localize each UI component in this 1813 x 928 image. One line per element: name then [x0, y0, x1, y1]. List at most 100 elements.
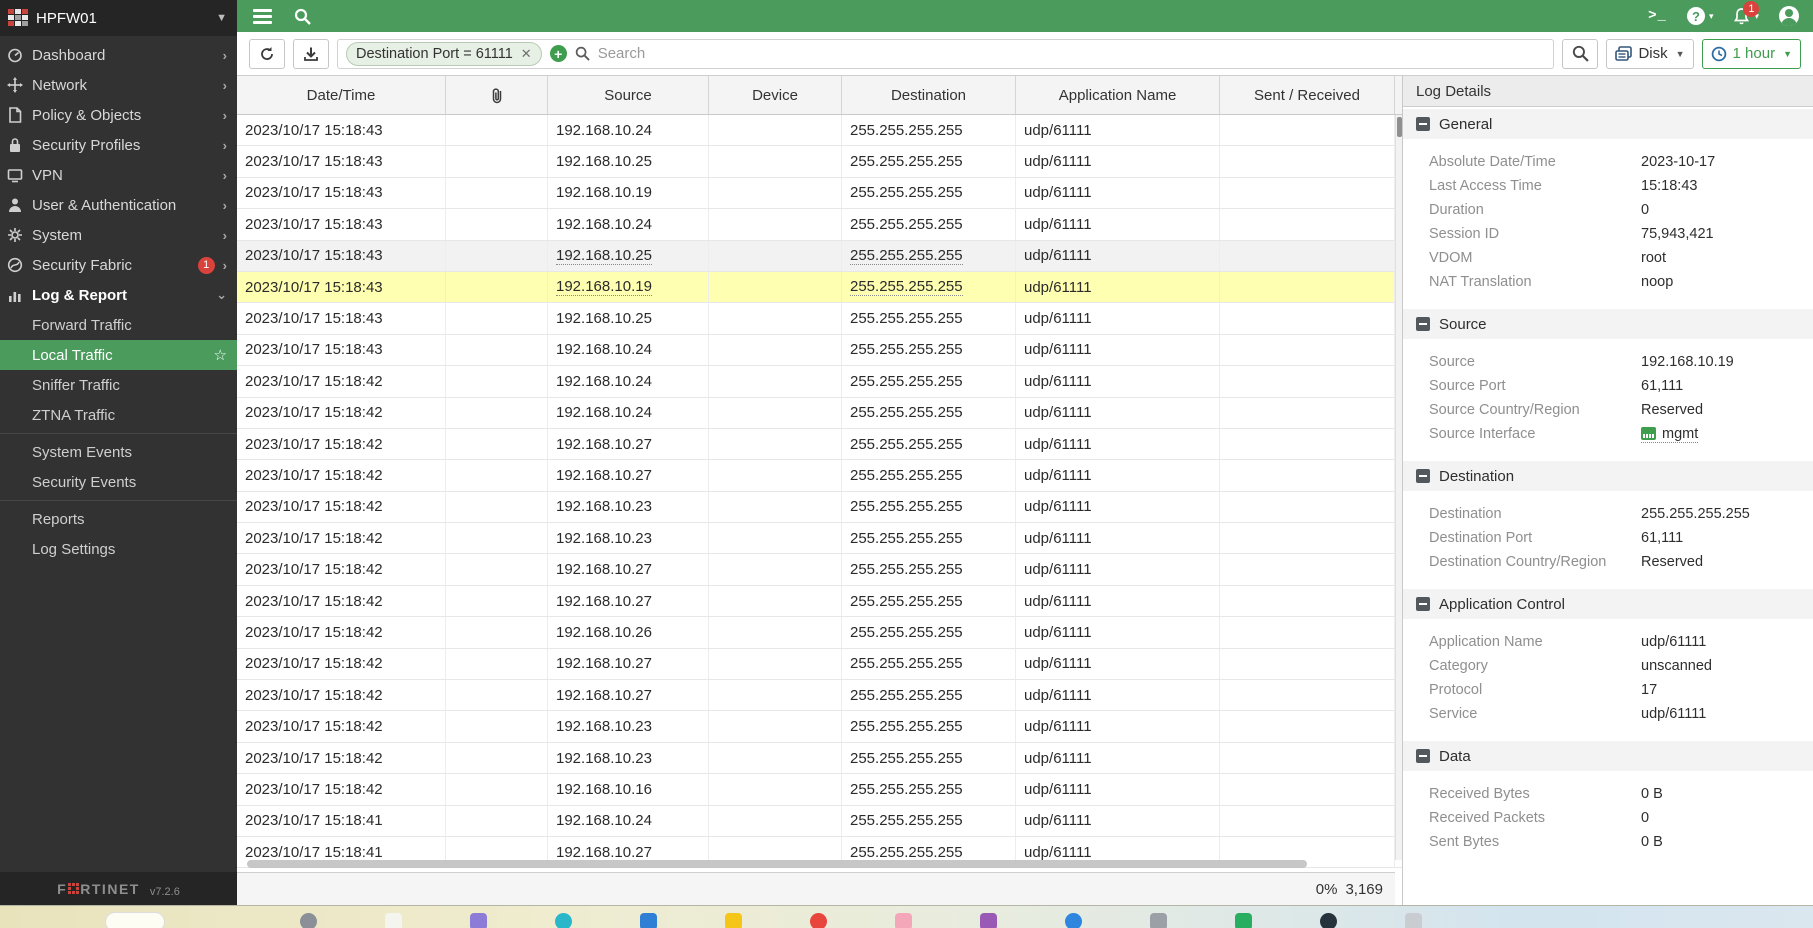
sidebar-item-security-profiles[interactable]: Security Profiles› — [0, 130, 237, 160]
menu-toggle-icon[interactable] — [253, 9, 272, 24]
section-header-destination[interactable]: Destination — [1403, 461, 1813, 491]
table-row[interactable]: 2023/10/17 15:18:42192.168.10.23255.255.… — [237, 711, 1402, 742]
table-row[interactable]: 2023/10/17 15:18:42192.168.10.27255.255.… — [237, 460, 1402, 491]
table-row[interactable]: 2023/10/17 15:18:43192.168.10.25255.255.… — [237, 241, 1402, 272]
taskbar-pill[interactable] — [105, 912, 165, 928]
sidebar-item-vpn[interactable]: VPN› — [0, 160, 237, 190]
cell-application-value: udp/61111 — [1024, 467, 1092, 484]
table-row[interactable]: 2023/10/17 15:18:43192.168.10.25255.255.… — [237, 146, 1402, 177]
notifications-menu[interactable]: 1 ▾ — [1733, 7, 1759, 25]
taskbar-icon[interactable] — [725, 913, 742, 928]
sidebar-item-security-fabric[interactable]: Security Fabric1› — [0, 250, 237, 280]
cell-source-value: 192.168.10.27 — [556, 436, 652, 453]
sidebar-item-log-report[interactable]: Log & Report⌄ — [0, 280, 237, 310]
taskbar-icon[interactable] — [1235, 913, 1252, 928]
sidebar-item-sniffer-traffic[interactable]: Sniffer Traffic — [0, 370, 237, 400]
filter-chip[interactable]: Destination Port = 61111 ✕ — [346, 42, 542, 66]
refresh-button[interactable] — [249, 39, 285, 69]
table-row[interactable]: 2023/10/17 15:18:42192.168.10.24255.255.… — [237, 398, 1402, 429]
collapse-icon[interactable] — [1416, 749, 1430, 763]
table-row[interactable]: 2023/10/17 15:18:42192.168.10.27255.255.… — [237, 586, 1402, 617]
log-filter-search-input[interactable]: Destination Port = 61111 ✕ + Search — [337, 39, 1554, 69]
column-header-destination[interactable]: Destination — [842, 76, 1016, 114]
taskbar-icon[interactable] — [1065, 913, 1082, 928]
cell-sent-received — [1220, 586, 1395, 616]
table-row[interactable]: 2023/10/17 15:18:42192.168.10.23255.255.… — [237, 743, 1402, 774]
sidebar-item-ztna-traffic[interactable]: ZTNA Traffic — [0, 400, 237, 430]
sidebar-item-user-authentication[interactable]: User & Authentication› — [0, 190, 237, 220]
time-range-dropdown[interactable]: 1 hour ▼ — [1702, 39, 1801, 69]
taskbar-icon[interactable] — [385, 913, 402, 928]
sidebar-item-reports[interactable]: Reports — [0, 504, 237, 534]
table-row[interactable]: 2023/10/17 15:18:42192.168.10.16255.255.… — [237, 774, 1402, 805]
taskbar-icon[interactable] — [895, 913, 912, 928]
sidebar-item-dashboard[interactable]: Dashboard› — [0, 40, 237, 70]
field-value[interactable]: mgmt — [1641, 426, 1698, 443]
help-menu[interactable]: ? ▾ — [1687, 7, 1714, 25]
sidebar-item-system[interactable]: System› — [0, 220, 237, 250]
sidebar-item-log-settings[interactable]: Log Settings — [0, 534, 237, 564]
sidebar-item-forward-traffic[interactable]: Forward Traffic — [0, 310, 237, 340]
table-row[interactable]: 2023/10/17 15:18:42192.168.10.24255.255.… — [237, 366, 1402, 397]
device-selector[interactable]: HPFW01 ▼ — [0, 0, 237, 36]
cell-datetime-value: 2023/10/17 15:18:41 — [245, 844, 383, 861]
column-header-sent_received[interactable]: Sent / Received — [1220, 76, 1395, 114]
sidebar-item-policy-objects[interactable]: Policy & Objects› — [0, 100, 237, 130]
cell-device — [709, 460, 842, 490]
download-button[interactable] — [293, 39, 329, 69]
sidebar-item-system-events[interactable]: System Events — [0, 437, 237, 467]
table-row[interactable]: 2023/10/17 15:18:42192.168.10.23255.255.… — [237, 492, 1402, 523]
table-row[interactable]: 2023/10/17 15:18:43192.168.10.25255.255.… — [237, 303, 1402, 334]
taskbar-icon[interactable] — [1150, 913, 1167, 928]
collapse-icon[interactable] — [1416, 469, 1430, 483]
taskbar-icon[interactable] — [980, 913, 997, 928]
taskbar-icon[interactable] — [555, 913, 572, 928]
favorite-star-icon[interactable]: ☆ — [214, 346, 227, 364]
column-header-device[interactable]: Device — [709, 76, 842, 114]
column-header-datetime[interactable]: Date/Time — [237, 76, 446, 114]
add-filter-icon[interactable]: + — [550, 45, 567, 62]
taskbar-icon[interactable] — [1405, 913, 1422, 928]
detail-field: Serviceudp/61111 — [1429, 702, 1813, 726]
table-row[interactable]: 2023/10/17 15:18:43192.168.10.24255.255.… — [237, 115, 1402, 146]
vertical-scrollbar[interactable] — [1395, 115, 1402, 860]
table-row[interactable]: 2023/10/17 15:18:42192.168.10.26255.255.… — [237, 617, 1402, 648]
remove-filter-icon[interactable]: ✕ — [521, 46, 532, 62]
sidebar-item-local-traffic[interactable]: Local Traffic☆ — [0, 340, 237, 370]
column-header-source[interactable]: Source — [548, 76, 709, 114]
table-row[interactable]: 2023/10/17 15:18:42192.168.10.27255.255.… — [237, 680, 1402, 711]
user-avatar[interactable] — [1779, 6, 1799, 26]
collapse-icon[interactable] — [1416, 597, 1430, 611]
table-row[interactable]: 2023/10/17 15:18:42192.168.10.23255.255.… — [237, 523, 1402, 554]
section-header-general[interactable]: General — [1403, 109, 1813, 139]
os-taskbar[interactable] — [0, 905, 1813, 928]
sidebar-item-network[interactable]: Network› — [0, 70, 237, 100]
table-row[interactable]: 2023/10/17 15:18:41192.168.10.24255.255.… — [237, 806, 1402, 837]
table-row[interactable]: 2023/10/17 15:18:43192.168.10.19255.255.… — [237, 178, 1402, 209]
table-row[interactable]: 2023/10/17 15:18:42192.168.10.27255.255.… — [237, 429, 1402, 460]
section-header-data[interactable]: Data — [1403, 741, 1813, 771]
column-header-clip[interactable] — [446, 76, 548, 114]
table-row[interactable]: 2023/10/17 15:18:42192.168.10.27255.255.… — [237, 649, 1402, 680]
horizontal-scrollbar[interactable] — [247, 860, 1307, 868]
section-header-source[interactable]: Source — [1403, 309, 1813, 339]
table-row[interactable]: 2023/10/17 15:18:43192.168.10.24255.255.… — [237, 209, 1402, 240]
sidebar-item-label: Security Fabric — [32, 257, 198, 274]
column-header-application[interactable]: Application Name — [1016, 76, 1220, 114]
global-search-icon[interactable] — [294, 8, 311, 25]
table-row[interactable]: 2023/10/17 15:18:42192.168.10.27255.255.… — [237, 554, 1402, 585]
taskbar-icon[interactable] — [640, 913, 657, 928]
table-row[interactable]: 2023/10/17 15:18:43192.168.10.19255.255.… — [237, 272, 1402, 303]
table-row[interactable]: 2023/10/17 15:18:43192.168.10.24255.255.… — [237, 335, 1402, 366]
taskbar-icon[interactable] — [1320, 913, 1337, 928]
collapse-icon[interactable] — [1416, 317, 1430, 331]
log-location-dropdown[interactable]: Disk ▼ — [1606, 39, 1693, 69]
section-header-application-control[interactable]: Application Control — [1403, 589, 1813, 619]
taskbar-icon[interactable] — [470, 913, 487, 928]
sidebar-item-security-events[interactable]: Security Events — [0, 467, 237, 497]
collapse-icon[interactable] — [1416, 117, 1430, 131]
cli-console-icon[interactable]: >_ — [1648, 8, 1667, 24]
search-submit-button[interactable] — [1562, 39, 1598, 69]
taskbar-icon[interactable] — [810, 913, 827, 928]
taskbar-icon[interactable] — [300, 913, 317, 928]
